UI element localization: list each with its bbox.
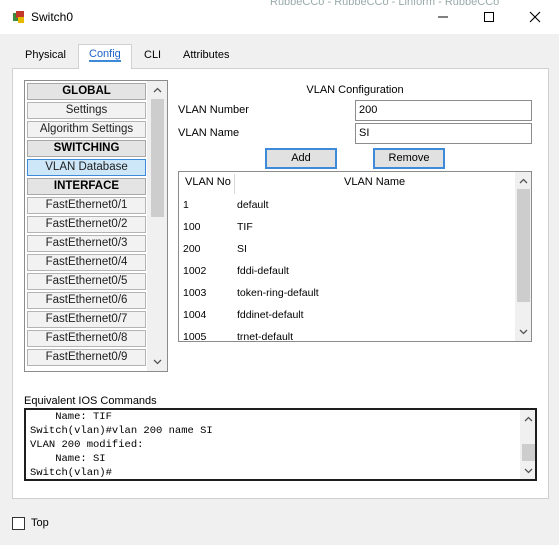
tab-config-label: Config (89, 48, 121, 62)
ios-line: Name: SI (30, 453, 106, 465)
minimize-icon (438, 16, 448, 18)
chevron-down-icon (524, 468, 532, 474)
sidebar-scroll-down-button[interactable] (150, 355, 164, 369)
ios-commands-output[interactable]: Name: TIF Switch(vlan)#vlan 200 name SI … (24, 408, 537, 481)
table-row[interactable]: 1004 fddinet-default (179, 303, 513, 325)
sidebar-item-fastethernet0-7[interactable]: FastEthernet0/7 (27, 311, 146, 328)
top-checkbox-label: Top (31, 517, 49, 529)
vlan-no-header[interactable]: VLAN No (185, 176, 231, 188)
tab-config[interactable]: Config (78, 44, 132, 69)
chevron-down-icon (519, 329, 527, 335)
table-scroll-up-button[interactable] (516, 174, 530, 188)
sidebar-item-fastethernet0-8[interactable]: FastEthernet0/8 (27, 330, 146, 347)
vlan-table-scrollbar-thumb[interactable] (517, 189, 530, 302)
vlan-name-cell: SI (237, 243, 247, 255)
vlan-name-cell: default (237, 199, 269, 211)
sidebar-scrollbar-thumb[interactable] (151, 99, 164, 217)
vlan-no-cell: 1 (183, 199, 189, 211)
close-button[interactable] (512, 0, 558, 34)
table-row[interactable]: 200 SI (179, 237, 513, 259)
vlan-name-header[interactable]: VLAN Name (344, 176, 405, 188)
sidebar-item-fastethernet0-5[interactable]: FastEthernet0/5 (27, 273, 146, 290)
vlan-name-cell: fddi-default (237, 265, 289, 277)
ios-commands-label: Equivalent IOS Commands (24, 395, 157, 407)
add-vlan-button[interactable]: Add (265, 148, 337, 169)
vlan-number-label: VLAN Number (178, 104, 249, 116)
vlan-name-cell: fddinet-default (237, 309, 304, 321)
title-bar: RubbeCCo - RubbeCCo - Linform - RubbeCCo… (0, 0, 559, 34)
ios-line: Name: TIF (30, 411, 112, 423)
vlan-no-cell: 100 (183, 221, 201, 233)
ios-line: Switch(vlan)#vlan 200 name SI (30, 425, 213, 437)
sidebar-item-vlan-database[interactable]: VLAN Database (27, 159, 146, 176)
sidebar-item-fastethernet0-3[interactable]: FastEthernet0/3 (27, 235, 146, 252)
header-divider (234, 174, 235, 194)
vlan-name-cell: trnet-default (237, 331, 294, 342)
vlan-name-cell: token-ring-default (237, 287, 319, 299)
vlan-name-input[interactable]: SI (355, 123, 532, 144)
vlan-name-label: VLAN Name (178, 127, 240, 139)
sidebar-item-fastethernet0-6[interactable]: FastEthernet0/6 (27, 292, 146, 309)
maximize-button[interactable] (466, 0, 512, 34)
vlan-no-cell: 1004 (183, 309, 207, 321)
window-title: Switch0 (31, 10, 74, 24)
tab-attributes[interactable]: Attributes (173, 46, 239, 68)
sidebar-header-switching: SWITCHING (27, 140, 146, 157)
config-sidebar: GLOBAL Settings Algorithm Settings SWITC… (24, 80, 168, 372)
tab-cli[interactable]: CLI (134, 46, 171, 68)
tab-physical[interactable]: Physical (15, 46, 76, 68)
table-row[interactable]: 100 TIF (179, 215, 513, 237)
sidebar-item-settings[interactable]: Settings (27, 102, 146, 119)
ios-scrollbar-thumb[interactable] (522, 444, 535, 461)
sidebar-item-fastethernet0-2[interactable]: FastEthernet0/2 (27, 216, 146, 233)
vlan-number-input[interactable]: 200 (355, 100, 532, 121)
sidebar-scroll-up-button[interactable] (150, 83, 164, 97)
sidebar-item-fastethernet0-4[interactable]: FastEthernet0/4 (27, 254, 146, 271)
top-checkbox[interactable] (12, 517, 25, 530)
switch-app-icon (13, 11, 24, 23)
vlan-table: VLAN No VLAN Name 1 default 100 TIF 200 … (178, 171, 532, 342)
sidebar-header-interface: INTERFACE (27, 178, 146, 195)
maximize-icon (484, 12, 494, 22)
ios-line: Switch(vlan)# (30, 467, 112, 479)
vlan-config-title: VLAN Configuration (306, 84, 404, 96)
sidebar-header-global: GLOBAL (27, 83, 146, 100)
sidebar-item-fastethernet0-9[interactable]: FastEthernet0/9 (27, 349, 146, 366)
table-row[interactable]: 1 default (179, 193, 513, 215)
close-icon (529, 11, 541, 23)
chevron-up-icon (524, 416, 532, 422)
ios-scroll-up-button[interactable] (521, 412, 535, 426)
ios-line: VLAN 200 modified: (30, 439, 144, 451)
minimize-button[interactable] (420, 0, 466, 34)
ios-scroll-down-button[interactable] (521, 464, 535, 478)
sidebar-item-fastethernet0-1[interactable]: FastEthernet0/1 (27, 197, 146, 214)
table-row[interactable]: 1005 trnet-default (179, 325, 513, 342)
chevron-up-icon (519, 178, 527, 184)
vlan-no-cell: 1005 (183, 331, 207, 342)
vlan-no-cell: 1002 (183, 265, 207, 277)
remove-vlan-button[interactable]: Remove (373, 148, 445, 169)
chevron-down-icon (153, 359, 161, 365)
table-scroll-down-button[interactable] (516, 325, 530, 339)
vlan-no-cell: 200 (183, 243, 201, 255)
sidebar-item-algorithm-settings[interactable]: Algorithm Settings (27, 121, 146, 138)
table-row[interactable]: 1003 token-ring-default (179, 281, 513, 303)
vlan-no-cell: 1003 (183, 287, 207, 299)
table-row[interactable]: 1002 fddi-default (179, 259, 513, 281)
vlan-name-cell: TIF (237, 221, 253, 233)
chevron-up-icon (153, 87, 161, 93)
